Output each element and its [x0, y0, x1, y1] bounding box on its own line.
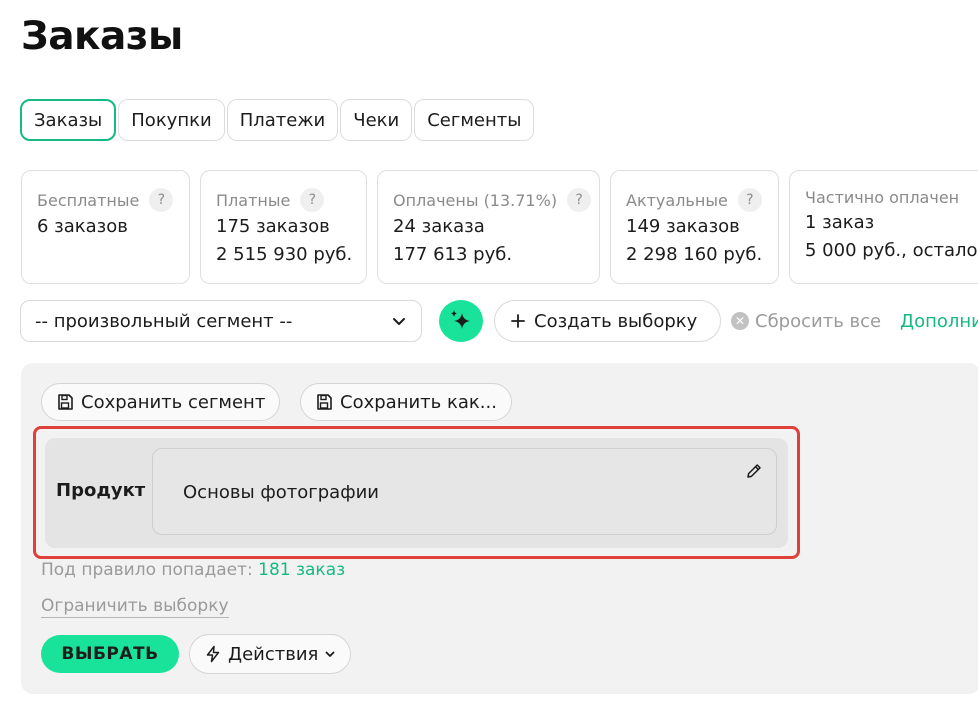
- clear-icon: ✕: [731, 312, 749, 330]
- stat-card-paid[interactable]: Платные ? 175 заказов 2 515 930 руб.: [200, 170, 367, 284]
- rule-value: Основы фотографии: [183, 482, 379, 503]
- create-selection-button[interactable]: Создать выборку: [494, 300, 721, 342]
- stat-count: 6 заказов: [37, 216, 128, 237]
- match-count-link[interactable]: 181 заказ: [258, 560, 345, 580]
- page-title: Заказы: [21, 14, 183, 59]
- lightning-icon: [206, 645, 220, 663]
- help-icon[interactable]: ?: [149, 188, 174, 212]
- save-segment-label: Сохранить сегмент: [81, 391, 266, 413]
- segment-select[interactable]: -- произвольный сегмент --: [20, 300, 422, 342]
- save-as-button[interactable]: Сохранить как...: [300, 383, 512, 421]
- tab-orders[interactable]: Заказы: [20, 99, 117, 141]
- stats-row: Бесплатные ? 6 заказов Платные ? 175 зак…: [21, 170, 978, 284]
- pencil-icon[interactable]: [744, 461, 764, 481]
- help-icon[interactable]: ?: [300, 188, 325, 212]
- stat-amount: 2 298 160 руб.: [626, 244, 763, 265]
- stat-count: 24 заказа: [393, 216, 485, 237]
- help-icon[interactable]: ?: [737, 188, 762, 212]
- ai-assistant-button[interactable]: [439, 300, 483, 342]
- floppy-disk-icon: [58, 394, 73, 410]
- more-filters-link[interactable]: Дополни: [900, 300, 978, 342]
- rule-label: Продукт: [56, 480, 146, 501]
- match-prefix: Под правило попадает:: [41, 560, 253, 580]
- help-icon[interactable]: ?: [567, 188, 592, 212]
- stat-count: 1 заказ: [805, 212, 875, 233]
- stat-title: Оплачены (13.71%): [393, 190, 558, 210]
- floppy-disk-icon: [317, 394, 332, 410]
- create-selection-label: Создать выборку: [534, 310, 698, 332]
- tab-payments[interactable]: Платежи: [226, 99, 339, 141]
- select-button[interactable]: ВЫБРАТЬ: [41, 635, 179, 673]
- stat-title: Платные: [216, 190, 291, 210]
- stat-title: Бесплатные: [37, 190, 140, 210]
- reset-all-button[interactable]: ✕ Сбросить все: [731, 300, 881, 342]
- actions-dropdown-button[interactable]: Действия: [189, 634, 352, 674]
- stat-card-actual[interactable]: Актуальные ? 149 заказов 2 298 160 руб.: [610, 170, 779, 284]
- stat-title: Частично оплачен: [805, 187, 960, 207]
- limit-selection-link[interactable]: Ограничить выборку: [41, 596, 229, 618]
- stat-amount: 5 000 руб., остало: [805, 240, 978, 261]
- save-as-label: Сохранить как...: [340, 391, 497, 413]
- stat-amount: 177 613 руб.: [393, 244, 513, 265]
- stat-card-free[interactable]: Бесплатные ? 6 заказов: [21, 170, 190, 284]
- segment-panel: Сохранить сегмент Сохранить как... Проду…: [21, 363, 978, 694]
- segment-select-value: -- произвольный сегмент --: [35, 310, 293, 332]
- tab-receipts[interactable]: Чеки: [340, 99, 413, 141]
- tab-segments[interactable]: Сегменты: [414, 99, 535, 141]
- tab-purchases[interactable]: Покупки: [118, 99, 225, 141]
- chevron-down-icon: [393, 318, 405, 325]
- filter-row: -- произвольный сегмент -- Создать выбор…: [20, 300, 978, 342]
- stat-title: Актуальные: [626, 190, 728, 210]
- actions-label: Действия: [228, 643, 319, 665]
- save-segment-button[interactable]: Сохранить сегмент: [41, 383, 281, 421]
- stat-card-partial[interactable]: Частично оплачен 1 заказ 5 000 руб., ост…: [789, 170, 978, 284]
- sparkle-icon: [451, 310, 470, 329]
- reset-all-label: Сбросить все: [755, 310, 882, 332]
- tab-bar: Заказы Покупки Платежи Чеки Сегменты: [20, 99, 535, 141]
- rule-value-field[interactable]: Основы фотографии: [152, 448, 777, 535]
- stat-count: 149 заказов: [626, 216, 740, 237]
- chevron-down-icon: [325, 651, 335, 657]
- rule-highlight-frame: Продукт Основы фотографии: [33, 426, 800, 559]
- stat-count: 175 заказов: [216, 216, 330, 237]
- stat-amount: 2 515 930 руб.: [216, 244, 353, 265]
- stat-card-paid-out[interactable]: Оплачены (13.71%) ? 24 заказа 177 613 ру…: [377, 170, 600, 284]
- plus-icon: [511, 314, 525, 328]
- match-summary: Под правило попадает: 181 заказ: [41, 560, 345, 580]
- rule-row: Продукт Основы фотографии: [45, 438, 788, 548]
